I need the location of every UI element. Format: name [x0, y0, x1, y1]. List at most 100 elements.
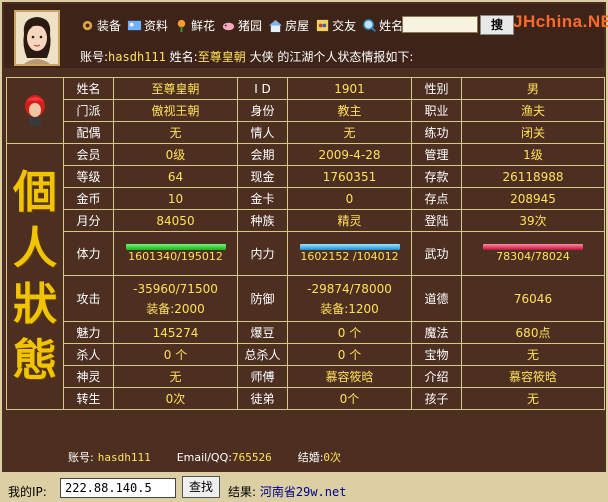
label-level: 等级 — [63, 165, 114, 188]
label-rebirth: 转生 — [63, 387, 114, 410]
value-race: 精灵 — [287, 209, 412, 232]
label-martial-arts: 武功 — [411, 231, 462, 276]
value-rank: 教主 — [287, 99, 412, 122]
character-portrait-cell — [6, 77, 64, 144]
ip-result-label: 结果: — [228, 485, 257, 499]
label-deposit: 存款 — [411, 165, 462, 188]
account-label: 账号: — [80, 50, 109, 64]
footer-married-value: 0次 — [323, 451, 342, 464]
side-title-char: 態 — [13, 334, 57, 386]
value-defense-equip: 装备:1200 — [320, 301, 379, 316]
value-beans: 0 个 — [287, 321, 412, 344]
table-row: 转生 0次 徒弟 0个 孩子 无 — [7, 387, 605, 410]
title-word: 大侠 — [249, 50, 274, 64]
account-value: hasdh111 — [108, 50, 166, 64]
value-logins: 39次 — [461, 209, 605, 232]
value-job: 渔夫 — [461, 99, 605, 122]
label-beans: 爆豆 — [237, 321, 288, 344]
label-referrer: 介绍 — [411, 365, 462, 388]
value-disciples: 0个 — [287, 387, 412, 410]
value-member-expiry: 2009-4-28 — [287, 143, 412, 166]
player-avatar — [14, 10, 60, 66]
label-training: 练功 — [411, 121, 462, 144]
nav-equip[interactable]: 装备 — [80, 17, 121, 34]
info-suffix: 的江湖个人状态情报如下: — [277, 50, 414, 64]
label-logins: 登陆 — [411, 209, 462, 232]
label-monthly: 月分 — [63, 209, 114, 232]
value-cash: 1760351 — [287, 165, 412, 188]
label-defense: 防御 — [237, 275, 288, 322]
label-master: 师傅 — [237, 365, 288, 388]
nav-profile-label: 资料 — [144, 18, 169, 33]
nav-name[interactable]: 姓名 — [362, 17, 403, 34]
table-row: 杀人 0 个 总杀人 0 个 宝物 无 — [7, 343, 605, 366]
label-member-expiry: 会期 — [237, 143, 288, 166]
value-lover: 无 — [287, 121, 412, 144]
side-title-cell: 個 人 狀 態 — [6, 143, 64, 410]
table-row: 金币 10 金卡 0 存点 208945 — [7, 187, 605, 210]
value-treasure: 无 — [461, 343, 605, 366]
nav-flowers-label: 鲜花 — [191, 18, 216, 33]
value-level: 64 — [113, 165, 238, 188]
ip-input[interactable]: 222.88.140.5 — [60, 478, 176, 498]
defense-cell: -29874/78000 装备:1200 — [287, 275, 412, 322]
nav-profile[interactable]: 资料 — [127, 17, 168, 34]
table-row: 魅力 145274 爆豆 0 个 魔法 680点 — [7, 321, 605, 344]
value-master: 慕容筱晗 — [287, 365, 412, 388]
value-referrer: 慕容筱晗 — [461, 365, 605, 388]
character-portrait — [25, 95, 45, 126]
value-spouse: 无 — [113, 121, 238, 144]
footer-account-value: hasdh111 — [97, 450, 151, 464]
value-admin: 1级 — [461, 143, 605, 166]
footer-married-label: 结婚: — [297, 451, 324, 464]
footer-email-label: Email/QQ: — [176, 450, 232, 464]
nav-equip-label: 装备 — [97, 18, 122, 33]
value-stamina: 1601340/195012 — [128, 250, 223, 263]
label-cash: 现金 — [237, 165, 288, 188]
side-title-char: 狀 — [13, 278, 57, 330]
nav-flowers[interactable]: 鲜花 — [174, 17, 215, 34]
nav-house[interactable]: 房屋 — [268, 17, 309, 34]
label-morality: 道德 — [411, 275, 462, 322]
pig-icon — [222, 22, 235, 30]
label-stamina: 体力 — [63, 231, 114, 276]
account-footer: 账号: hasdh111 Email/QQ: 765526 结婚: 0次 — [6, 446, 604, 468]
site-brand: JHchina.NET — [513, 12, 608, 31]
nav-pigfarm[interactable]: 猪园 — [221, 17, 262, 34]
value-morality: 76046 — [461, 275, 605, 322]
profile-icon — [127, 20, 142, 30]
nav-friends[interactable]: 交友 — [315, 17, 356, 34]
label-spouse: 配偶 — [63, 121, 114, 144]
find-button[interactable]: 查找 — [182, 476, 220, 498]
ip-result: 结果: 河南省29w.net — [228, 483, 346, 500]
value-charm: 145274 — [113, 321, 238, 344]
value-defense: -29874/78000 — [307, 281, 392, 296]
label-kills: 杀人 — [63, 343, 114, 366]
label-job: 职业 — [411, 99, 462, 122]
search-button[interactable]: 搜 — [480, 15, 514, 35]
label-attack: 攻击 — [63, 275, 114, 322]
table-row: 体力 1601340/195012 内力 1602152 /104012 武功 … — [7, 231, 605, 276]
value-member: 0级 — [113, 143, 238, 166]
label-name: 姓名 — [63, 77, 114, 100]
value-gold-coin: 10 — [113, 187, 238, 210]
value-total-kills: 0 个 — [287, 343, 412, 366]
side-title: 個 人 狀 態 — [7, 165, 63, 389]
label-disciples: 徒弟 — [237, 387, 288, 410]
value-name: 至尊皇朝 — [113, 77, 238, 100]
label-charm: 魅力 — [63, 321, 114, 344]
search-icon — [363, 18, 376, 32]
search-input[interactable] — [402, 16, 478, 33]
internal-power-cell: 1602152 /104012 — [287, 231, 412, 276]
table-row: 等级 64 现金 1760351 存款 26118988 — [7, 165, 605, 188]
table-row: 配偶 无 情人 无 练功 闭关 — [7, 121, 605, 144]
table-row: 神灵 无 师傅 慕容筱晗 介绍 慕容筱晗 — [7, 365, 605, 388]
value-magic: 680点 — [461, 321, 605, 344]
player-info-line: 账号:hasdh111 姓名:至尊皇朝 大侠 的江湖个人状态情报如下: — [80, 48, 413, 65]
ip-lookup-bar: 我的IP: 222.88.140.5 查找 结果: 河南省29w.net — [0, 474, 608, 502]
value-rebirth: 0次 — [113, 387, 238, 410]
value-gender: 男 — [461, 77, 605, 100]
label-id: I D — [237, 77, 288, 100]
name-value: 至尊皇朝 — [197, 50, 246, 64]
name-label: 姓名: — [169, 50, 198, 64]
